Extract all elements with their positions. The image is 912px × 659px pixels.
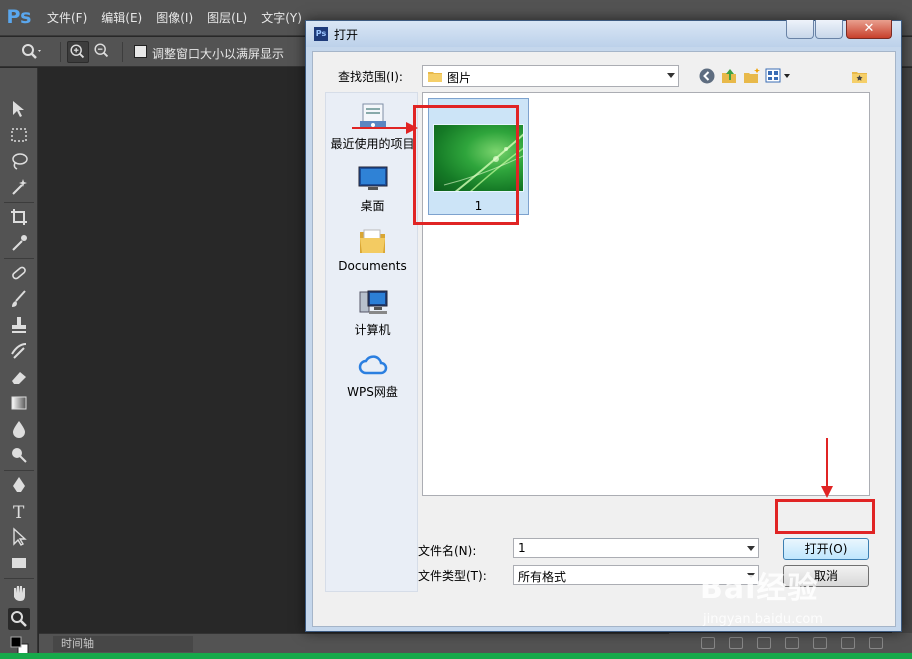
layer-mask-icon[interactable]	[757, 637, 771, 649]
place-label: Documents	[338, 259, 407, 273]
dodge-tool-icon[interactable]	[8, 444, 30, 466]
file-name-label: 文件名(N):	[418, 544, 477, 558]
menu-image[interactable]: 图像(I)	[149, 10, 200, 26]
move-tool-icon[interactable]	[8, 98, 30, 120]
hand-tool-icon[interactable]	[8, 582, 30, 604]
menu-type[interactable]: 文字(Y)	[254, 10, 309, 26]
annotation-highlight-file	[413, 105, 519, 225]
minimize-button[interactable]	[786, 20, 814, 39]
new-group-icon[interactable]	[813, 637, 827, 649]
annotation-highlight-open-button	[775, 499, 875, 534]
baidu-jingyan-watermark: Bai经验	[700, 571, 819, 606]
menu-layer[interactable]: 图层(L)	[200, 10, 254, 26]
ps-toolbar: T	[0, 68, 38, 659]
bottom-edge-bar	[0, 653, 912, 659]
look-in-value: 图片	[447, 71, 472, 85]
file-name-input[interactable]	[513, 538, 759, 558]
history-brush-tool-icon[interactable]	[8, 340, 30, 362]
annotation-arrow-down-icon	[821, 438, 833, 498]
delete-layer-icon[interactable]	[869, 637, 883, 649]
rectangle-tool-icon[interactable]	[8, 552, 30, 574]
open-dialog: Ps 打开 ✕ 查找范围(I): 图片 最近使用的项目 桌面 Documents…	[305, 20, 902, 632]
place-label: WPS网盘	[347, 385, 398, 399]
place-documents[interactable]: Documents	[326, 223, 419, 279]
desktop-icon	[358, 166, 387, 190]
look-in-dropdown[interactable]: 图片	[422, 65, 679, 87]
tool-divider	[4, 578, 34, 579]
blur-tool-icon[interactable]	[8, 418, 30, 440]
options-separator	[122, 42, 123, 62]
open-button[interactable]: 打开(O)	[783, 538, 869, 560]
chevron-down-icon	[667, 73, 675, 78]
gradient-tool-icon[interactable]	[8, 392, 30, 414]
dialog-titlebar[interactable]: Ps 打开 ✕	[306, 20, 901, 47]
brush-tool-icon[interactable]	[8, 288, 30, 310]
wps-cloud-icon	[358, 355, 387, 375]
menu-file[interactable]: 文件(F)	[40, 10, 94, 26]
resize-windows-label: 调整窗口大小以满屏显示	[152, 47, 285, 61]
svg-text:T: T	[13, 503, 25, 522]
view-menu-icon[interactable]	[765, 67, 793, 85]
marquee-tool-icon[interactable]	[8, 124, 30, 146]
photoshop-app-icon: Ps	[314, 27, 328, 41]
new-layer-icon[interactable]	[841, 637, 855, 649]
dialog-body: 查找范围(I): 图片 最近使用的项目 桌面 Documents 计算机 WPS…	[312, 51, 896, 627]
lasso-tool-icon[interactable]	[8, 150, 30, 172]
healing-brush-tool-icon[interactable]	[8, 262, 30, 284]
timeline-tab[interactable]: 时间轴	[53, 636, 193, 652]
zoom-out-icon[interactable]	[92, 41, 114, 63]
place-computer[interactable]: 计算机	[326, 285, 419, 341]
ps-menu: 文件(F) 编辑(E) 图像(I) 图层(L) 文字(Y)	[40, 10, 309, 26]
look-in-label: 查找范围(I):	[338, 70, 403, 84]
places-sidebar: 最近使用的项目 桌面 Documents 计算机 WPS网盘	[325, 92, 418, 592]
path-selection-tool-icon[interactable]	[8, 526, 30, 548]
place-desktop[interactable]: 桌面	[326, 161, 419, 217]
pen-tool-icon[interactable]	[8, 474, 30, 496]
layers-panel-footer	[669, 633, 912, 653]
tool-divider	[4, 202, 34, 203]
menu-edit[interactable]: 编辑(E)	[94, 10, 149, 26]
favorite-folder-icon[interactable]	[851, 67, 869, 85]
link-layers-icon[interactable]	[701, 637, 715, 649]
file-type-value: 所有格式	[518, 570, 567, 584]
documents-folder-icon	[359, 229, 385, 253]
maximize-button[interactable]	[815, 20, 843, 39]
eyedropper-tool-icon[interactable]	[8, 232, 30, 254]
place-label: 最近使用的项目	[330, 137, 415, 151]
place-wps-cloud[interactable]: WPS网盘	[326, 347, 419, 403]
computer-icon	[359, 290, 387, 314]
crop-tool-icon[interactable]	[8, 206, 30, 228]
file-type-label: 文件类型(T):	[418, 569, 487, 583]
resize-windows-checkbox[interactable]	[134, 45, 147, 58]
zoom-tool-icon[interactable]	[8, 608, 30, 630]
place-label: 桌面	[360, 199, 385, 213]
close-button[interactable]: ✕	[846, 20, 892, 39]
zoom-tool-preset-icon[interactable]	[20, 42, 42, 62]
layer-style-icon[interactable]	[729, 637, 743, 649]
type-tool-icon[interactable]: T	[8, 500, 30, 523]
tool-divider	[4, 470, 34, 471]
adjustment-layer-icon[interactable]	[785, 637, 799, 649]
photoshop-logo-icon: Ps	[6, 6, 32, 28]
annotation-arrow-right-icon	[352, 122, 418, 134]
up-one-level-icon[interactable]	[721, 67, 739, 85]
folder-icon	[428, 72, 442, 82]
options-separator	[60, 42, 61, 62]
eraser-tool-icon[interactable]	[8, 366, 30, 388]
back-icon[interactable]	[698, 67, 716, 85]
place-label: 计算机	[354, 323, 391, 337]
magic-wand-tool-icon[interactable]	[8, 176, 30, 198]
tool-divider	[4, 258, 34, 259]
file-view-gutter	[870, 92, 886, 496]
new-folder-icon[interactable]	[743, 67, 761, 85]
chevron-down-icon[interactable]	[747, 546, 755, 551]
timeline-panel: 时间轴	[39, 633, 669, 653]
clone-stamp-tool-icon[interactable]	[8, 314, 30, 336]
zoom-in-icon[interactable]	[67, 41, 89, 63]
watermark-url: jingyan.baidu.com	[703, 612, 823, 627]
dialog-title: 打开	[334, 28, 359, 42]
